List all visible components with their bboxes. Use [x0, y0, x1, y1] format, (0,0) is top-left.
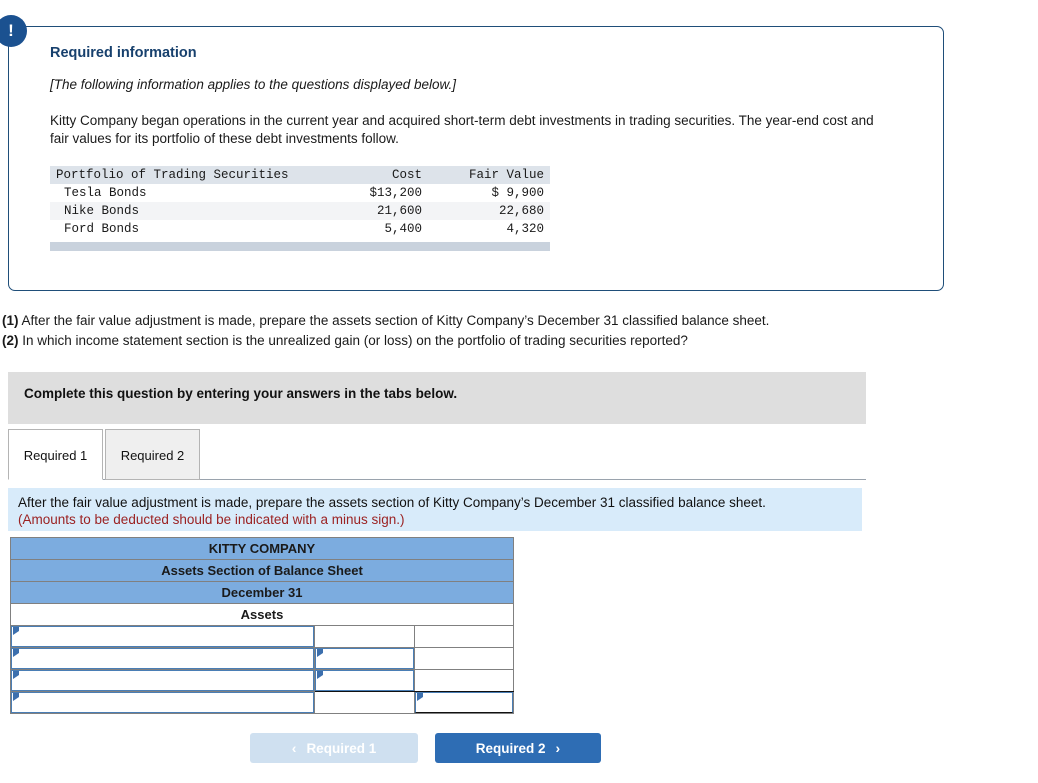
right-input-2[interactable] [415, 648, 513, 669]
right-input-4[interactable] [415, 692, 513, 713]
table-header-row: Portfolio of Trading Securities Cost Fai… [50, 166, 550, 184]
answer-title-row-statement: Assets Section of Balance Sheet [10, 559, 514, 582]
answer-input-row-4 [10, 691, 514, 714]
cell-marker-icon [13, 627, 19, 635]
cell-marker-icon [13, 671, 19, 679]
assets-section-label: Assets [10, 603, 514, 626]
company-name: KITTY COMPANY [10, 537, 514, 560]
instruction-banner-text: Complete this question by entering your … [24, 386, 458, 401]
mid-input-4[interactable] [315, 692, 414, 713]
cell-marker-icon [317, 671, 323, 679]
tab-required-2[interactable]: Required 2 [105, 429, 200, 480]
next-required-2-button[interactable]: Required 2 › [435, 733, 601, 763]
requirement-hint: (Amounts to be deducted should be indica… [18, 512, 405, 527]
answer-cell-mid-1[interactable] [314, 625, 415, 648]
next-button-label: Required 2 [475, 740, 546, 756]
mid-input-2[interactable] [315, 648, 414, 669]
cell-fair-value: $ 9,900 [491, 186, 544, 200]
question-number-1: (1) [2, 313, 19, 328]
info-applies-note: [The following information applies to th… [50, 77, 456, 92]
column-header-fair-value: Fair Value [468, 168, 544, 182]
page-title: Required information [50, 45, 197, 61]
scenario-paragraph: Kitty Company began operations in the cu… [50, 113, 874, 146]
answer-title-row-date: December 31 [10, 581, 514, 604]
cell-cost: 5,400 [384, 222, 422, 236]
right-input-1[interactable] [415, 626, 513, 647]
mid-input-1[interactable] [315, 626, 414, 647]
column-header-cost: Cost [391, 168, 422, 182]
cell-marker-icon [317, 649, 323, 657]
prev-required-1-button[interactable]: ‹ Required 1 [250, 733, 418, 763]
navigation-buttons: ‹ Required 1 Required 2 › [250, 733, 610, 763]
answer-cell-mid-3[interactable] [314, 669, 415, 692]
label-input-2[interactable] [11, 648, 314, 669]
question-text-1: After the fair value adjustment is made,… [21, 313, 770, 328]
answer-cell-label-4[interactable] [10, 691, 315, 714]
requirement-panel: After the fair value adjustment is made,… [8, 488, 862, 531]
right-input-3[interactable] [415, 670, 513, 691]
cell-security-name: Ford Bonds [64, 222, 140, 236]
answer-section-header-row: Assets [10, 603, 514, 626]
instruction-banner: Complete this question by entering your … [8, 372, 866, 424]
label-input-1[interactable] [11, 626, 314, 647]
cell-marker-icon [13, 693, 19, 701]
question-item-2: (2) In which income statement section is… [2, 332, 932, 350]
answer-input-row-1 [10, 625, 514, 648]
statement-name: Assets Section of Balance Sheet [10, 559, 514, 582]
tab-strip: Required 1 Required 2 [8, 429, 866, 481]
cell-security-name: Nike Bonds [64, 204, 140, 218]
requirement-text: After the fair value adjustment is made,… [18, 495, 766, 510]
table-footer-bar [50, 242, 550, 251]
cell-cost: 21,600 [376, 204, 422, 218]
question-number-2: (2) [2, 333, 19, 348]
answer-title-row-company: KITTY COMPANY [10, 537, 514, 560]
table-row: Nike Bonds 21,600 22,680 [50, 202, 550, 220]
questions-list: (1) After the fair value adjustment is m… [2, 312, 932, 352]
cell-marker-icon [13, 649, 19, 657]
portfolio-table: Portfolio of Trading Securities Cost Fai… [50, 166, 550, 238]
label-input-4[interactable] [11, 692, 314, 713]
answer-cell-right-3[interactable] [414, 669, 514, 692]
cell-marker-icon [417, 693, 423, 701]
mid-input-3[interactable] [315, 670, 414, 691]
question-text-2: In which income statement section is the… [22, 333, 688, 348]
answer-cell-label-1[interactable] [10, 625, 315, 648]
cell-security-name: Tesla Bonds [64, 186, 147, 200]
required-information-box: ! Required information [The following in… [0, 15, 944, 291]
answer-cell-right-2[interactable] [414, 647, 514, 670]
answer-cell-mid-2[interactable] [314, 647, 415, 670]
answer-cell-label-2[interactable] [10, 647, 315, 670]
table-row: Ford Bonds 5,400 4,320 [50, 220, 550, 238]
cell-fair-value: 22,680 [498, 204, 544, 218]
column-header-portfolio: Portfolio of Trading Securities [56, 168, 289, 182]
answer-cell-right-4[interactable] [414, 691, 514, 714]
question-item-1: (1) After the fair value adjustment is m… [2, 312, 932, 330]
answer-cell-mid-4[interactable] [314, 691, 415, 714]
balance-sheet-answer-table: KITTY COMPANY Assets Section of Balance … [10, 537, 514, 714]
answer-input-row-2 [10, 647, 514, 670]
label-input-3[interactable] [11, 670, 314, 691]
answer-cell-label-3[interactable] [10, 669, 315, 692]
table-row: Tesla Bonds $13,200 $ 9,900 [50, 184, 550, 202]
cell-fair-value: 4,320 [506, 222, 544, 236]
answer-cell-right-1[interactable] [414, 625, 514, 648]
statement-date: December 31 [10, 581, 514, 604]
cell-cost: $13,200 [369, 186, 422, 200]
prev-button-label: Required 1 [306, 740, 377, 756]
chevron-right-icon: › [555, 740, 561, 756]
chevron-left-icon: ‹ [291, 740, 297, 756]
answer-input-row-3 [10, 669, 514, 692]
tab-required-1[interactable]: Required 1 [8, 429, 103, 480]
